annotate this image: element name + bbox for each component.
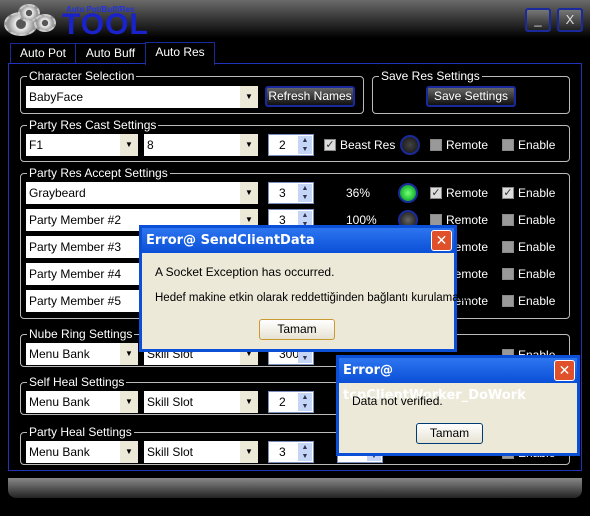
group-title: Party Heal Settings [27,425,134,439]
skill-slot-combo[interactable]: Skill Slot ▼ [144,441,258,463]
status-led [398,183,418,203]
spinner-arrows-icon[interactable]: ▲▼ [298,136,312,154]
gear-logo-icon [34,14,56,32]
spinner-value: 3 [279,186,286,200]
close-icon[interactable]: ✕ [554,360,575,381]
group-title: Self Heal Settings [27,375,127,389]
combo-value: Menu Bank [29,445,90,459]
beast-res-checkbox[interactable]: ✓ [324,139,336,151]
enable-label: Enable [518,138,556,152]
character-combo[interactable]: BabyFace ▼ [26,86,258,108]
tab-auto-buff[interactable]: Auto Buff [75,43,146,64]
combo-value: Menu Bank [29,347,90,361]
close-button[interactable]: X [557,8,583,32]
combo-value: Party Member #5 [29,294,122,308]
error-dialog-send-client-data: Error@ SendClientData ✕ A Socket Excepti… [139,225,468,352]
key-combo[interactable]: F1 ▼ [26,134,138,156]
remote-label: Remote [446,138,489,152]
dialog-message: A Socket Exception has occurred. [155,265,335,279]
combo-value: Graybeard [29,186,86,200]
enable-label: Enable [518,240,556,254]
combo-value: Menu Bank [29,395,90,409]
dialog-message: Data not verified. [352,394,443,408]
accept-spinner[interactable]: 3 ▲▼ [268,182,314,204]
save-settings-button[interactable]: Save Settings [426,86,516,107]
spinner-arrows-icon[interactable]: ▲▼ [298,393,312,411]
chevron-down-icon[interactable]: ▼ [240,134,258,156]
combo-value: Party Member #3 [29,240,122,254]
refresh-names-button[interactable]: Refresh Names [265,86,355,107]
group-title: Party Res Cast Settings [27,118,159,132]
logo-text: TOOL [62,8,149,41]
skill-slot-combo[interactable]: Skill Slot ▼ [144,391,258,413]
party-member-combo[interactable]: Graybeard ▼ [26,182,258,204]
menu-bank-combo[interactable]: Menu Bank ▼ [26,391,138,413]
spinner-arrows-icon[interactable]: ▲▼ [298,443,312,461]
chevron-down-icon[interactable]: ▼ [240,441,258,463]
combo-value: Party Member #4 [29,267,122,281]
combo-value: Skill Slot [147,395,194,409]
combo-value: F1 [29,138,44,152]
minimize-button[interactable]: _ [525,8,551,32]
tab-auto-res[interactable]: Auto Res [145,42,215,65]
group-title: Character Selection [27,69,137,83]
chevron-down-icon[interactable]: ▼ [240,86,258,108]
remote-checkbox[interactable]: ✓ [430,187,442,199]
enable-checkbox[interactable] [502,214,514,226]
enable-label: Enable [518,213,556,227]
group-title: Save Res Settings [379,69,482,83]
spinner-value: 2 [279,395,286,409]
enable-label: Enable [518,186,556,200]
combo-value: Skill Slot [147,445,194,459]
enable-checkbox[interactable] [502,295,514,307]
combo-value: Party Member #2 [29,213,122,227]
dialog-title: Error@ tcpClientWorker_DoWork [339,358,577,403]
enable-label: Enable [518,267,556,281]
enable-checkbox[interactable] [502,139,514,151]
status-bar [8,478,582,498]
combo-value: 8 [147,138,154,152]
dialog-title: Error@ SendClientData [142,228,454,253]
spinner-value: 2 [279,138,286,152]
party-heal-spinner[interactable]: 3 ▲ ▼ [268,441,314,463]
chevron-down-icon[interactable]: ▼ [240,391,258,413]
dialog-message-detail: Hedef makine etkin olarak reddettiğinden… [155,292,469,304]
ok-button[interactable]: Tamam [259,319,335,340]
chevron-down-icon[interactable]: ▼ [120,343,138,365]
enable-checkbox[interactable] [502,268,514,280]
status-led [400,135,420,155]
spinner-arrows-icon[interactable]: ▲▼ [298,184,312,202]
chevron-down-icon[interactable]: ▼ [240,182,258,204]
enable-checkbox[interactable] [502,241,514,253]
hp-percent: 36% [346,186,371,200]
enable-label: Enable [518,294,556,308]
enable-checkbox[interactable]: ✓ [502,187,514,199]
ok-button[interactable]: Tamam [416,423,483,444]
group-title: Party Res Accept Settings [27,166,170,180]
combo-value: BabyFace [29,90,84,104]
menu-bank-combo[interactable]: Menu Bank ▼ [26,441,138,463]
close-icon[interactable]: ✕ [431,230,452,251]
remote-label: Remote [446,186,489,200]
spinner-value: 3 [279,445,286,459]
remote-checkbox[interactable] [430,139,442,151]
error-dialog-tcp-client-worker: Error@ tcpClientWorker_DoWork ✕ Data not… [336,355,580,456]
menu-bank-combo[interactable]: Menu Bank ▼ [26,343,138,365]
slot-combo[interactable]: 8 ▼ [144,134,258,156]
group-title: Nube Ring Settings [27,327,135,341]
chevron-down-icon[interactable]: ▼ [120,441,138,463]
tab-auto-pot[interactable]: Auto Pot [10,43,76,64]
self-heal-spinner[interactable]: 2 ▲ ▼ [268,391,314,413]
chevron-down-icon[interactable]: ▼ [120,391,138,413]
beast-res-label: Beast Res [340,138,396,152]
cast-spinner[interactable]: 2 ▲ ▼ [268,134,314,156]
chevron-down-icon[interactable]: ▼ [120,134,138,156]
